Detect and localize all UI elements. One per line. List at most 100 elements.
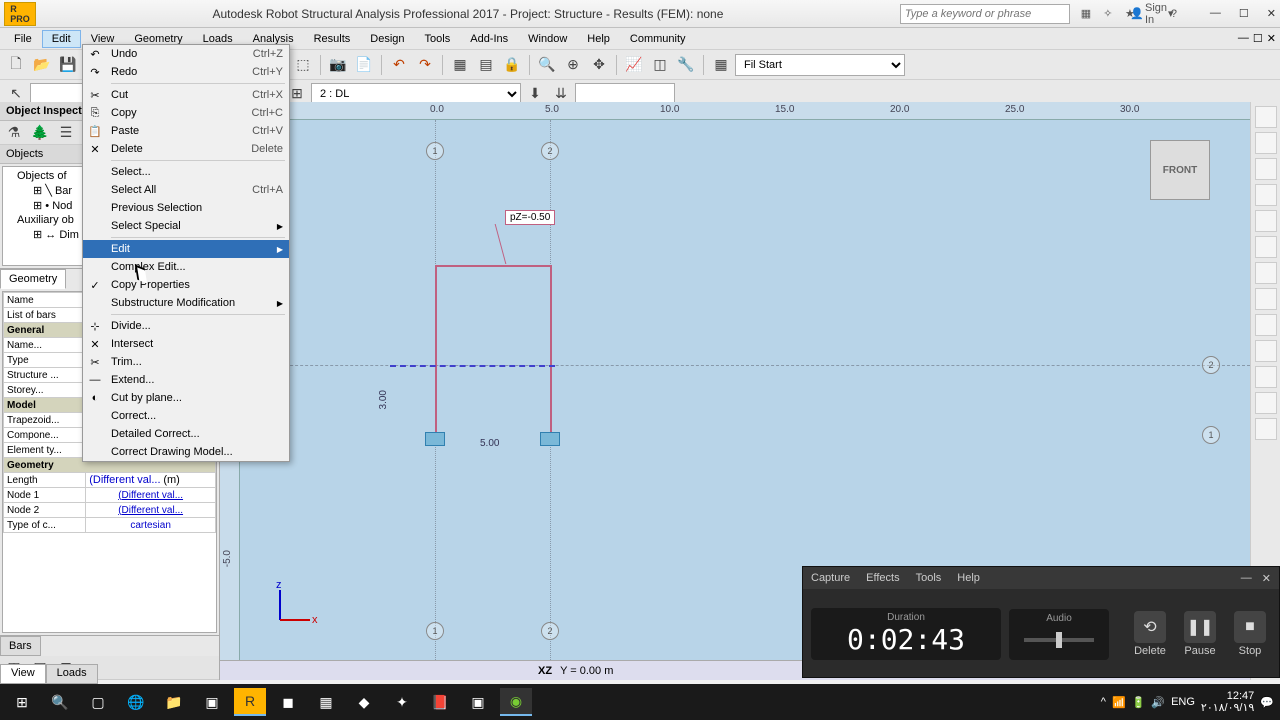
robot-icon[interactable]: R — [234, 688, 266, 716]
menu-help[interactable]: Help — [577, 30, 620, 48]
rtb-icon[interactable] — [1255, 236, 1277, 258]
cap-menu-help[interactable]: Help — [957, 572, 980, 584]
menu-item-select-[interactable]: Select... — [83, 163, 289, 181]
menu-item-select-all[interactable]: Select AllCtrl+A — [83, 181, 289, 199]
explorer-icon[interactable]: 📁 — [158, 688, 190, 716]
search-icon[interactable]: 🔍 — [44, 688, 76, 716]
open-icon[interactable]: 📂 — [30, 53, 54, 77]
network-icon[interactable]: 📶 — [1112, 696, 1126, 709]
menu-file[interactable]: File — [4, 30, 42, 48]
recorder-stop-button[interactable]: ■Stop — [1229, 611, 1271, 657]
menu-item-correct-drawing-model-[interactable]: Correct Drawing Model... — [83, 443, 289, 461]
menu-item-copy[interactable]: ⎘CopyCtrl+C — [83, 104, 289, 122]
menu-item-select-special[interactable]: Select Special▶ — [83, 217, 289, 235]
lang-indicator[interactable]: ENG — [1171, 696, 1195, 708]
rtb-icon[interactable] — [1255, 184, 1277, 206]
support-1[interactable] — [425, 432, 445, 446]
menu-item-detailed-correct-[interactable]: Detailed Correct... — [83, 425, 289, 443]
menu-tools[interactable]: Tools — [415, 30, 461, 48]
menu-item-substructure-modification[interactable]: Substructure Modification▶ — [83, 294, 289, 312]
menu-item-cut-by-plane-[interactable]: ◐Cut by plane... — [83, 389, 289, 407]
axis-widget[interactable]: zx — [270, 580, 320, 630]
app-icon[interactable]: 📕 — [424, 688, 456, 716]
beam[interactable] — [390, 365, 555, 367]
screenshot-icon[interactable]: 📷 — [326, 53, 350, 77]
calc-icon[interactable]: ▦ — [448, 53, 472, 77]
rtb-icon[interactable] — [1255, 392, 1277, 414]
recorder-close-icon[interactable]: ✕ — [1262, 572, 1271, 585]
list-icon[interactable]: ☰ — [54, 121, 78, 145]
rtb-icon[interactable] — [1255, 210, 1277, 232]
rtb-icon[interactable] — [1255, 106, 1277, 128]
maximize-button[interactable]: ☐ — [1239, 7, 1249, 20]
menu-design[interactable]: Design — [360, 30, 414, 48]
recorder-minimize-icon[interactable]: — — [1241, 572, 1252, 585]
clock[interactable]: 12:47 ٢٠١٨/٠٩/١٩ — [1201, 690, 1254, 714]
grid-icon[interactable]: ▦ — [1078, 6, 1094, 22]
cap-menu-effects[interactable]: Effects — [866, 572, 899, 584]
battery-icon[interactable]: 🔋 — [1132, 696, 1146, 709]
menu-item-divide-[interactable]: ⊹Divide... — [83, 317, 289, 335]
column-2[interactable] — [550, 265, 552, 435]
filter-icon[interactable]: ⚗ — [2, 121, 26, 145]
tab-bars[interactable]: Bars — [0, 636, 41, 656]
menu-item-correct-[interactable]: Correct... — [83, 407, 289, 425]
app-icon[interactable]: ▦ — [310, 688, 342, 716]
app-icon[interactable]: ◼ — [272, 688, 304, 716]
menu-item-paste[interactable]: 📋PasteCtrl+V — [83, 122, 289, 140]
menu-window[interactable]: Window — [518, 30, 577, 48]
notifications-icon[interactable]: 💬 — [1260, 696, 1274, 709]
volume-icon[interactable]: 🔊 — [1151, 696, 1165, 709]
table-icon[interactable]: ▤ — [474, 53, 498, 77]
menu-item-intersect[interactable]: ✕Intersect — [83, 335, 289, 353]
menu-community[interactable]: Community — [620, 30, 696, 48]
report-icon[interactable]: 📄 — [352, 53, 376, 77]
3d-icon[interactable]: ◫ — [648, 53, 672, 77]
menu-item-edit[interactable]: Edit▶ — [83, 240, 289, 258]
menu-item-copy-properties[interactable]: ✓Copy Properties — [83, 276, 289, 294]
camtasia-icon[interactable]: ◉ — [500, 688, 532, 716]
rtb-icon[interactable] — [1255, 262, 1277, 284]
signin-button[interactable]: 👤 Sign In ▾ — [1144, 6, 1160, 22]
minimize-panel-icon[interactable]: — — [1238, 32, 1249, 45]
start-button[interactable]: ⊞ — [6, 688, 38, 716]
redo-icon[interactable]: ↷ — [413, 53, 437, 77]
diagram-icon[interactable]: 📈 — [622, 53, 646, 77]
zoom-window-icon[interactable]: 🔍 — [535, 53, 559, 77]
rtb-icon[interactable] — [1255, 132, 1277, 154]
recorder-pause-button[interactable]: ❚❚Pause — [1179, 611, 1221, 657]
menu-addins[interactable]: Add-Ins — [460, 30, 518, 48]
tab-view[interactable]: View — [0, 664, 46, 684]
menu-item-complex-edit-[interactable]: Complex Edit... — [83, 258, 289, 276]
pan-icon[interactable]: ✥ — [587, 53, 611, 77]
menu-item-redo[interactable]: ↷RedoCtrl+Y — [83, 63, 289, 81]
tab-geometry[interactable]: Geometry — [0, 269, 66, 289]
layout-combo[interactable]: Fil Start — [735, 54, 905, 76]
menu-item-extend-[interactable]: —Extend... — [83, 371, 289, 389]
cap-menu-tools[interactable]: Tools — [916, 572, 942, 584]
zoom-all-icon[interactable]: ⊕ — [561, 53, 585, 77]
new-icon[interactable]: 🗋 — [4, 53, 28, 77]
rtb-icon[interactable] — [1255, 418, 1277, 440]
search-input[interactable] — [900, 4, 1070, 24]
restore-panel-icon[interactable]: ☐ — [1253, 32, 1263, 45]
rtb-icon[interactable] — [1255, 340, 1277, 362]
menu-item-previous-selection[interactable]: Previous Selection — [83, 199, 289, 217]
chrome-icon[interactable]: 🌐 — [120, 688, 152, 716]
rtb-icon[interactable] — [1255, 158, 1277, 180]
column-1[interactable] — [435, 265, 437, 435]
minimize-button[interactable]: — — [1210, 7, 1221, 20]
undo-icon[interactable]: ↶ — [387, 53, 411, 77]
viewcube[interactable]: FRONT — [1150, 140, 1210, 200]
layout-icon[interactable]: ▦ — [709, 53, 733, 77]
menu-item-delete[interactable]: ✕DeleteDelete — [83, 140, 289, 158]
app-icon[interactable]: ▣ — [462, 688, 494, 716]
menu-item-trim-[interactable]: ✂Trim... — [83, 353, 289, 371]
save-icon[interactable]: 💾 — [56, 53, 80, 77]
support-2[interactable] — [540, 432, 560, 446]
lock-icon[interactable]: 🔒 — [500, 53, 524, 77]
taskview-icon[interactable]: ▢ — [82, 688, 114, 716]
rtb-icon[interactable] — [1255, 366, 1277, 388]
help-icon[interactable]: ? — [1166, 6, 1182, 22]
tab-loads[interactable]: Loads — [46, 664, 98, 684]
